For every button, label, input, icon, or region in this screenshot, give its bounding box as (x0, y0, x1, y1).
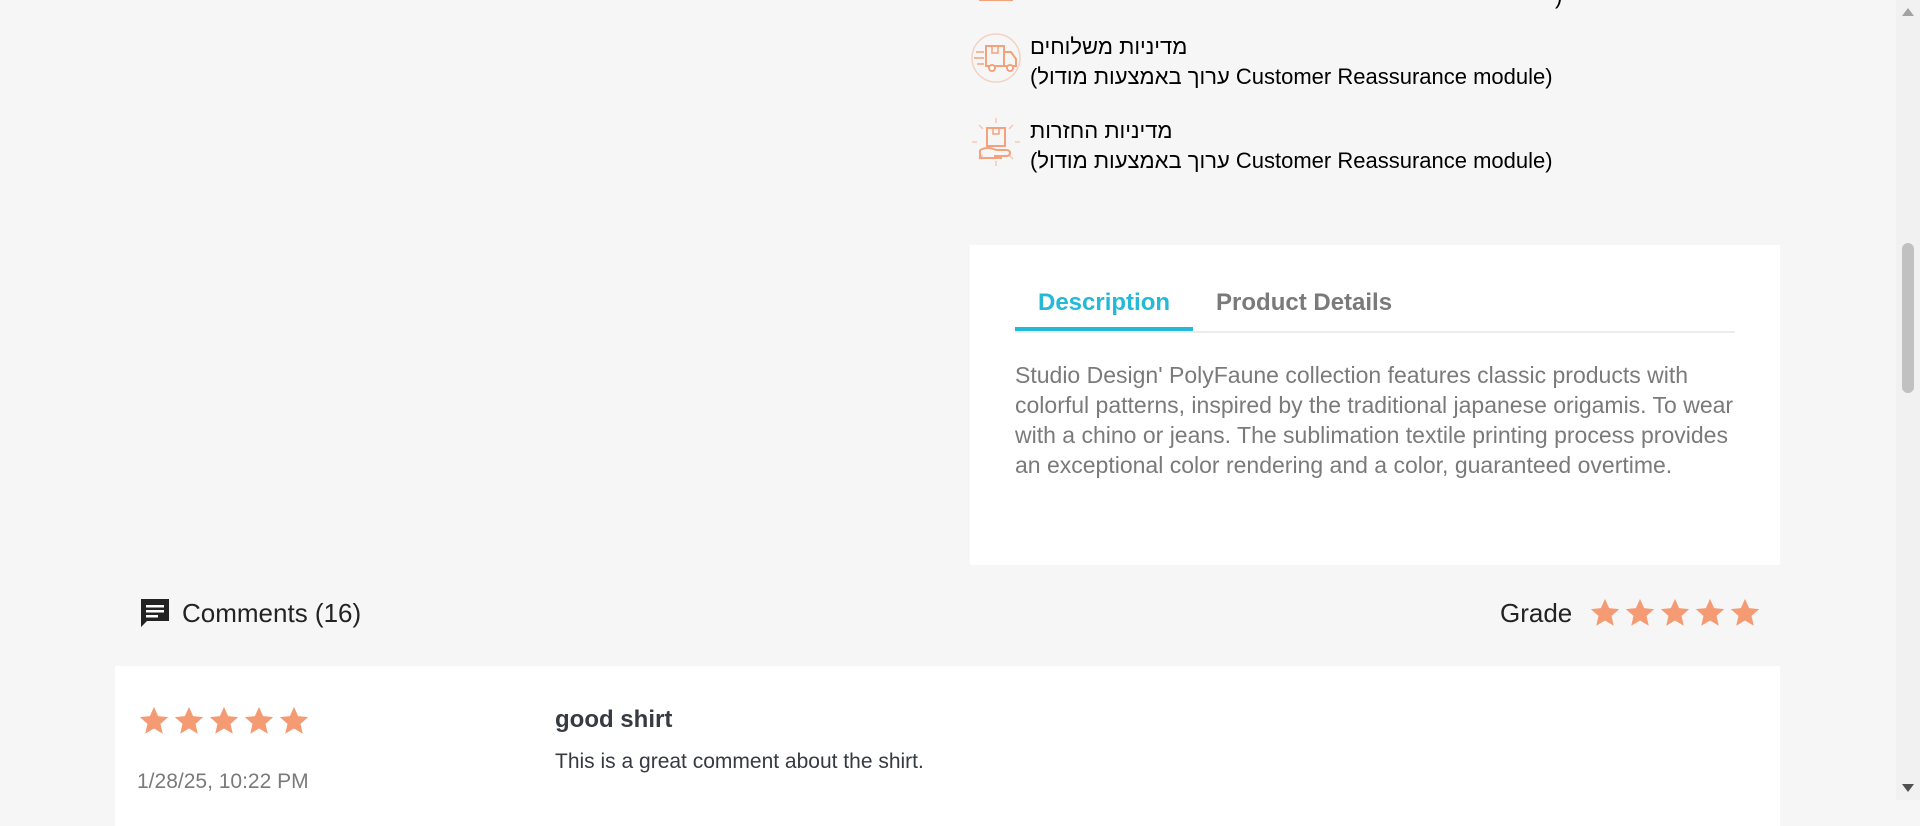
comments-header: Comments (16) (138, 596, 361, 630)
star-icon (279, 706, 309, 734)
comment-title: good shirt (555, 706, 673, 733)
tabs-nav: Description Product Details (1015, 281, 1735, 333)
comment-date: 1/28/25, 10:22 PM (137, 770, 309, 793)
star-icon (1661, 598, 1690, 626)
star-icon (209, 706, 239, 734)
star-icon (1696, 598, 1725, 626)
grade-stars (1588, 596, 1763, 630)
star-icon (1591, 598, 1620, 626)
grade-summary: Grade (1500, 596, 1763, 630)
return-package-icon (972, 118, 1020, 166)
reassurance-subtitle: (ערוך באמצעות מודול Customer Reassurance… (1030, 64, 1553, 89)
scroll-down-icon[interactable] (1902, 784, 1914, 792)
reassurance-title: מדיניות משלוחים (1030, 34, 1188, 59)
star-icon (244, 706, 274, 734)
comment-icon (141, 599, 169, 627)
scroll-thumb[interactable] (1902, 243, 1914, 393)
page-scrollbar[interactable] (1896, 0, 1920, 800)
tab-product-details[interactable]: Product Details (1193, 281, 1415, 329)
comments-title: Comments (16) (182, 597, 362, 628)
comment-body: This is a great comment about the shirt. (555, 750, 924, 773)
reassurance-subtitle: (ערוך באמצעות מודול Customer Reassurance… (1030, 148, 1553, 173)
star-icon (174, 706, 204, 734)
product-description: Studio Design' PolyFaune collection feat… (1015, 362, 1734, 478)
star-icon (139, 706, 169, 734)
delivery-truck-icon (971, 33, 1021, 83)
star-icon (1626, 598, 1655, 626)
security-icon (979, 0, 1013, 1)
star-icon (1731, 598, 1760, 626)
comment-item: 1/28/25, 10:22 PM good shirt This is a g… (115, 666, 1780, 826)
comment-stars (137, 704, 312, 738)
grade-label: Grade (1500, 597, 1573, 628)
reassurance-item-returns: מדיניות החזרות (ערוך באמצעות מודול Custo… (970, 116, 1553, 176)
reassurance-title: מדיניות החזרות (1030, 118, 1173, 143)
reassurance-item-shipping: מדיניות משלוחים (ערוך באמצעות מודול Cust… (970, 32, 1553, 92)
tab-description[interactable]: Description (1015, 281, 1194, 331)
product-tabs-card: Description Product Details Studio Desig… (970, 245, 1780, 565)
reassurance-cut-text: ) (1555, 0, 1562, 10)
scroll-up-icon[interactable] (1902, 8, 1914, 16)
